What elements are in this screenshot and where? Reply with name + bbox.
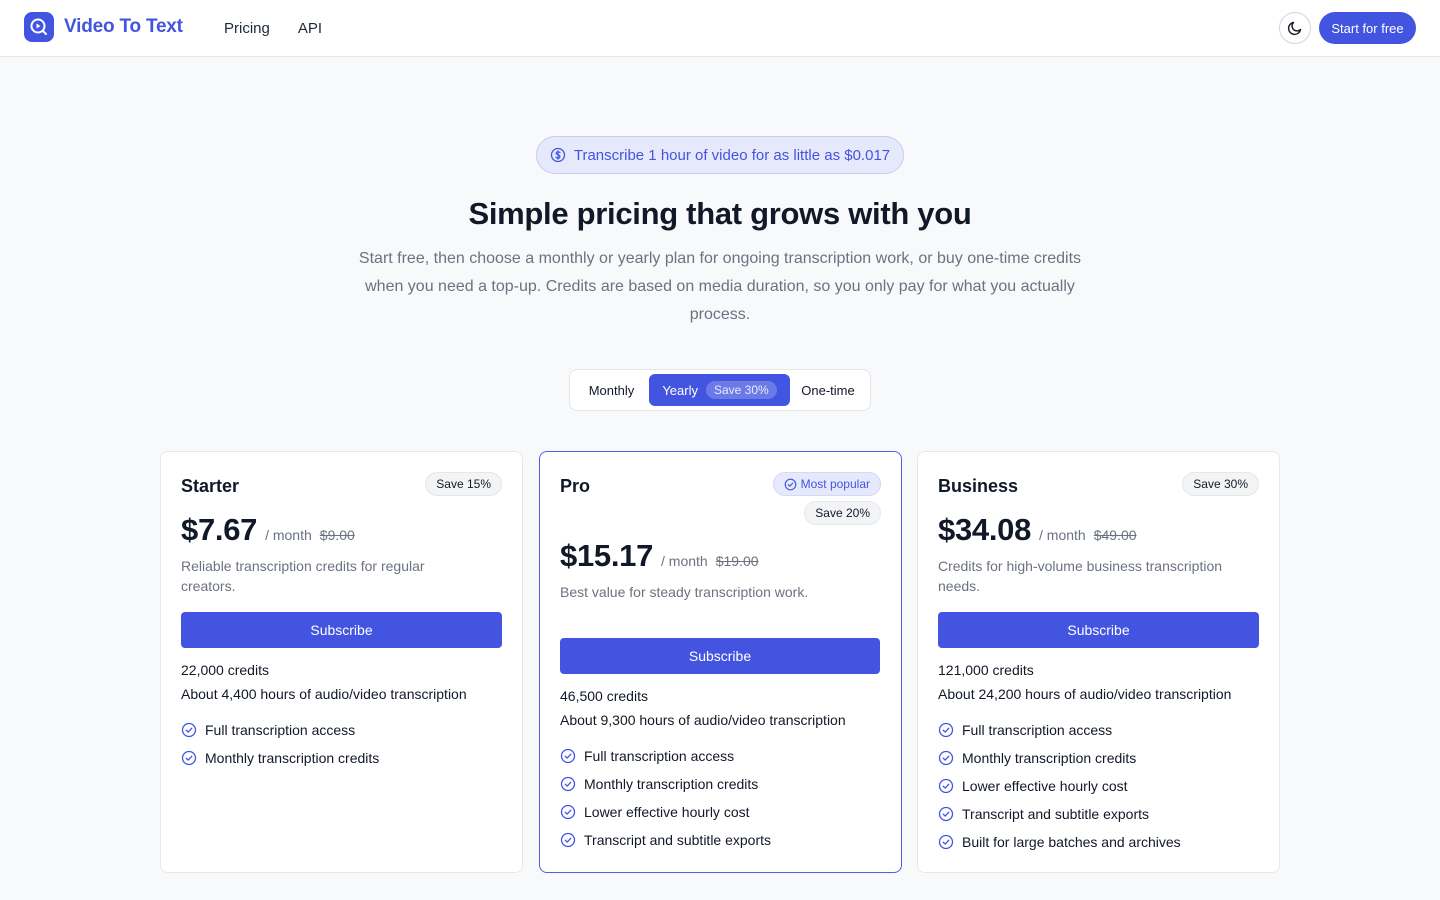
brand-logo-icon xyxy=(24,12,54,42)
price-row: $7.67 / month $9.00 xyxy=(181,512,355,548)
check-circle-icon xyxy=(938,750,954,766)
check-circle-icon xyxy=(938,778,954,794)
nav-pricing-link[interactable]: Pricing xyxy=(224,20,270,37)
price-row: $15.17 / month $19.00 xyxy=(560,538,759,574)
feature-text: Full transcription access xyxy=(962,722,1113,738)
plan-description: Credits for high-volume business transcr… xyxy=(938,558,1223,594)
promo-text: Transcribe 1 hour of video for as little… xyxy=(573,146,891,164)
main-nav: Pricing API xyxy=(224,0,322,56)
subscribe-button[interactable]: Subscribe xyxy=(560,638,880,674)
list-item: Monthly transcription credits xyxy=(181,744,379,772)
plan-period: / month xyxy=(661,553,708,569)
feature-list: Full transcription access Monthly transc… xyxy=(938,716,1181,856)
moon-icon xyxy=(1287,21,1302,36)
list-item: Lower effective hourly cost xyxy=(938,772,1181,800)
save-badge: Save 15% xyxy=(425,472,502,496)
dollar-circle-icon xyxy=(550,147,565,163)
plan-card-pro: Pro Most popular Save 20% $15.17 / month… xyxy=(539,451,902,873)
check-circle-icon xyxy=(938,834,954,850)
check-circle-icon xyxy=(560,776,576,792)
check-circle-icon xyxy=(181,750,197,766)
plan-description: Reliable transcription credits for regul… xyxy=(181,558,425,594)
billing-monthly-tab[interactable]: Monthly xyxy=(574,374,649,406)
plan-credits: 46,500 credits xyxy=(560,688,648,704)
credits-value: 121,000 xyxy=(938,662,989,678)
feature-text: Transcript and subtitle exports xyxy=(584,832,772,848)
plan-name: Business xyxy=(938,476,1019,496)
list-item: Monthly transcription credits xyxy=(938,744,1181,772)
billing-one-time-tab[interactable]: One-time xyxy=(790,374,866,406)
subscribe-button[interactable]: Subscribe xyxy=(938,612,1259,648)
billing-yearly-label: Yearly xyxy=(662,382,698,398)
feature-text: Lower effective hourly cost xyxy=(584,804,750,820)
billing-yearly-tab[interactable]: Yearly Save 30% xyxy=(648,374,791,406)
check-circle-icon xyxy=(784,478,796,490)
credits-value: 46,500 xyxy=(560,688,603,704)
feature-text: Monthly transcription credits xyxy=(205,750,380,766)
feature-list: Full transcription access Monthly transc… xyxy=(181,716,379,772)
yearly-save-badge: Save 30% xyxy=(705,381,777,399)
feature-text: Built for large batches and archives xyxy=(962,834,1181,850)
check-circle-icon xyxy=(560,832,576,848)
page-subtitle: Start free, then choose a monthly or yea… xyxy=(358,250,1082,323)
plan-hours: About 9,300 hours of audio/video transcr… xyxy=(560,712,846,728)
feature-list: Full transcription access Monthly transc… xyxy=(560,742,771,854)
plan-hours: About 24,200 hours of audio/video transc… xyxy=(938,686,1232,702)
plan-original-price: $19.00 xyxy=(715,553,759,569)
plan-price: $34.08 xyxy=(938,512,1032,547)
credits-unit: credits xyxy=(992,662,1034,678)
feature-text: Lower effective hourly cost xyxy=(962,778,1128,794)
plan-description: Best value for steady transcription work… xyxy=(560,584,809,600)
check-circle-icon xyxy=(181,722,197,738)
theme-toggle-button[interactable] xyxy=(1279,12,1311,44)
credits-value: 22,000 xyxy=(181,662,224,678)
plan-period: / month xyxy=(1039,527,1086,543)
plan-original-price: $49.00 xyxy=(1093,527,1137,543)
plan-period: / month xyxy=(265,527,312,543)
price-row: $34.08 / month $49.00 xyxy=(938,512,1137,548)
list-item: Monthly transcription credits xyxy=(560,770,771,798)
check-circle-icon xyxy=(938,806,954,822)
credits-unit: credits xyxy=(606,688,648,704)
plan-hours: About 4,400 hours of audio/video transcr… xyxy=(181,686,467,702)
feature-text: Monthly transcription credits xyxy=(584,776,759,792)
check-circle-icon xyxy=(560,748,576,764)
plan-credits: 22,000 credits xyxy=(181,662,269,678)
list-item: Built for large batches and archives xyxy=(938,828,1181,856)
feature-text: Transcript and subtitle exports xyxy=(962,806,1150,822)
credits-unit: credits xyxy=(227,662,269,678)
feature-text: Full transcription access xyxy=(205,722,356,738)
check-circle-icon xyxy=(938,722,954,738)
brand-name: Video To Text xyxy=(64,16,183,37)
top-header: Video To Text Pricing API Start for free xyxy=(0,0,1440,57)
list-item: Lower effective hourly cost xyxy=(560,798,771,826)
subscribe-button[interactable]: Subscribe xyxy=(181,612,502,648)
billing-period-toggle: Monthly Yearly Save 30% One-time xyxy=(569,369,871,411)
list-item: Full transcription access xyxy=(560,742,771,770)
plan-card-starter: Starter Save 15% $7.67 / month $9.00 Rel… xyxy=(160,451,523,873)
plan-card-business: Business Save 30% $34.08 / month $49.00 … xyxy=(917,451,1280,873)
plan-original-price: $9.00 xyxy=(319,527,355,543)
list-item: Transcript and subtitle exports xyxy=(938,800,1181,828)
feature-text: Monthly transcription credits xyxy=(962,750,1137,766)
list-item: Full transcription access xyxy=(181,716,379,744)
list-item: Full transcription access xyxy=(938,716,1181,744)
start-for-free-button[interactable]: Start for free xyxy=(1319,12,1416,44)
list-item: Transcript and subtitle exports xyxy=(560,826,771,854)
page-title: Simple pricing that grows with you xyxy=(468,196,972,231)
plan-price: $7.67 xyxy=(181,512,258,547)
most-popular-badge: Most popular xyxy=(772,472,881,496)
check-circle-icon xyxy=(560,804,576,820)
most-popular-text: Most popular xyxy=(800,477,870,491)
plan-name: Pro xyxy=(560,476,591,496)
brand-logo-link[interactable]: Video To Text xyxy=(24,12,183,42)
save-badge: Save 30% xyxy=(1182,472,1259,496)
plan-credits: 121,000 credits xyxy=(938,662,1034,678)
plan-price: $15.17 xyxy=(560,538,654,573)
nav-api-link[interactable]: API xyxy=(298,20,322,37)
feature-text: Full transcription access xyxy=(584,748,735,764)
save-badge: Save 20% xyxy=(804,501,881,525)
promo-pill: Transcribe 1 hour of video for as little… xyxy=(536,136,904,174)
plan-name: Starter xyxy=(181,476,240,496)
